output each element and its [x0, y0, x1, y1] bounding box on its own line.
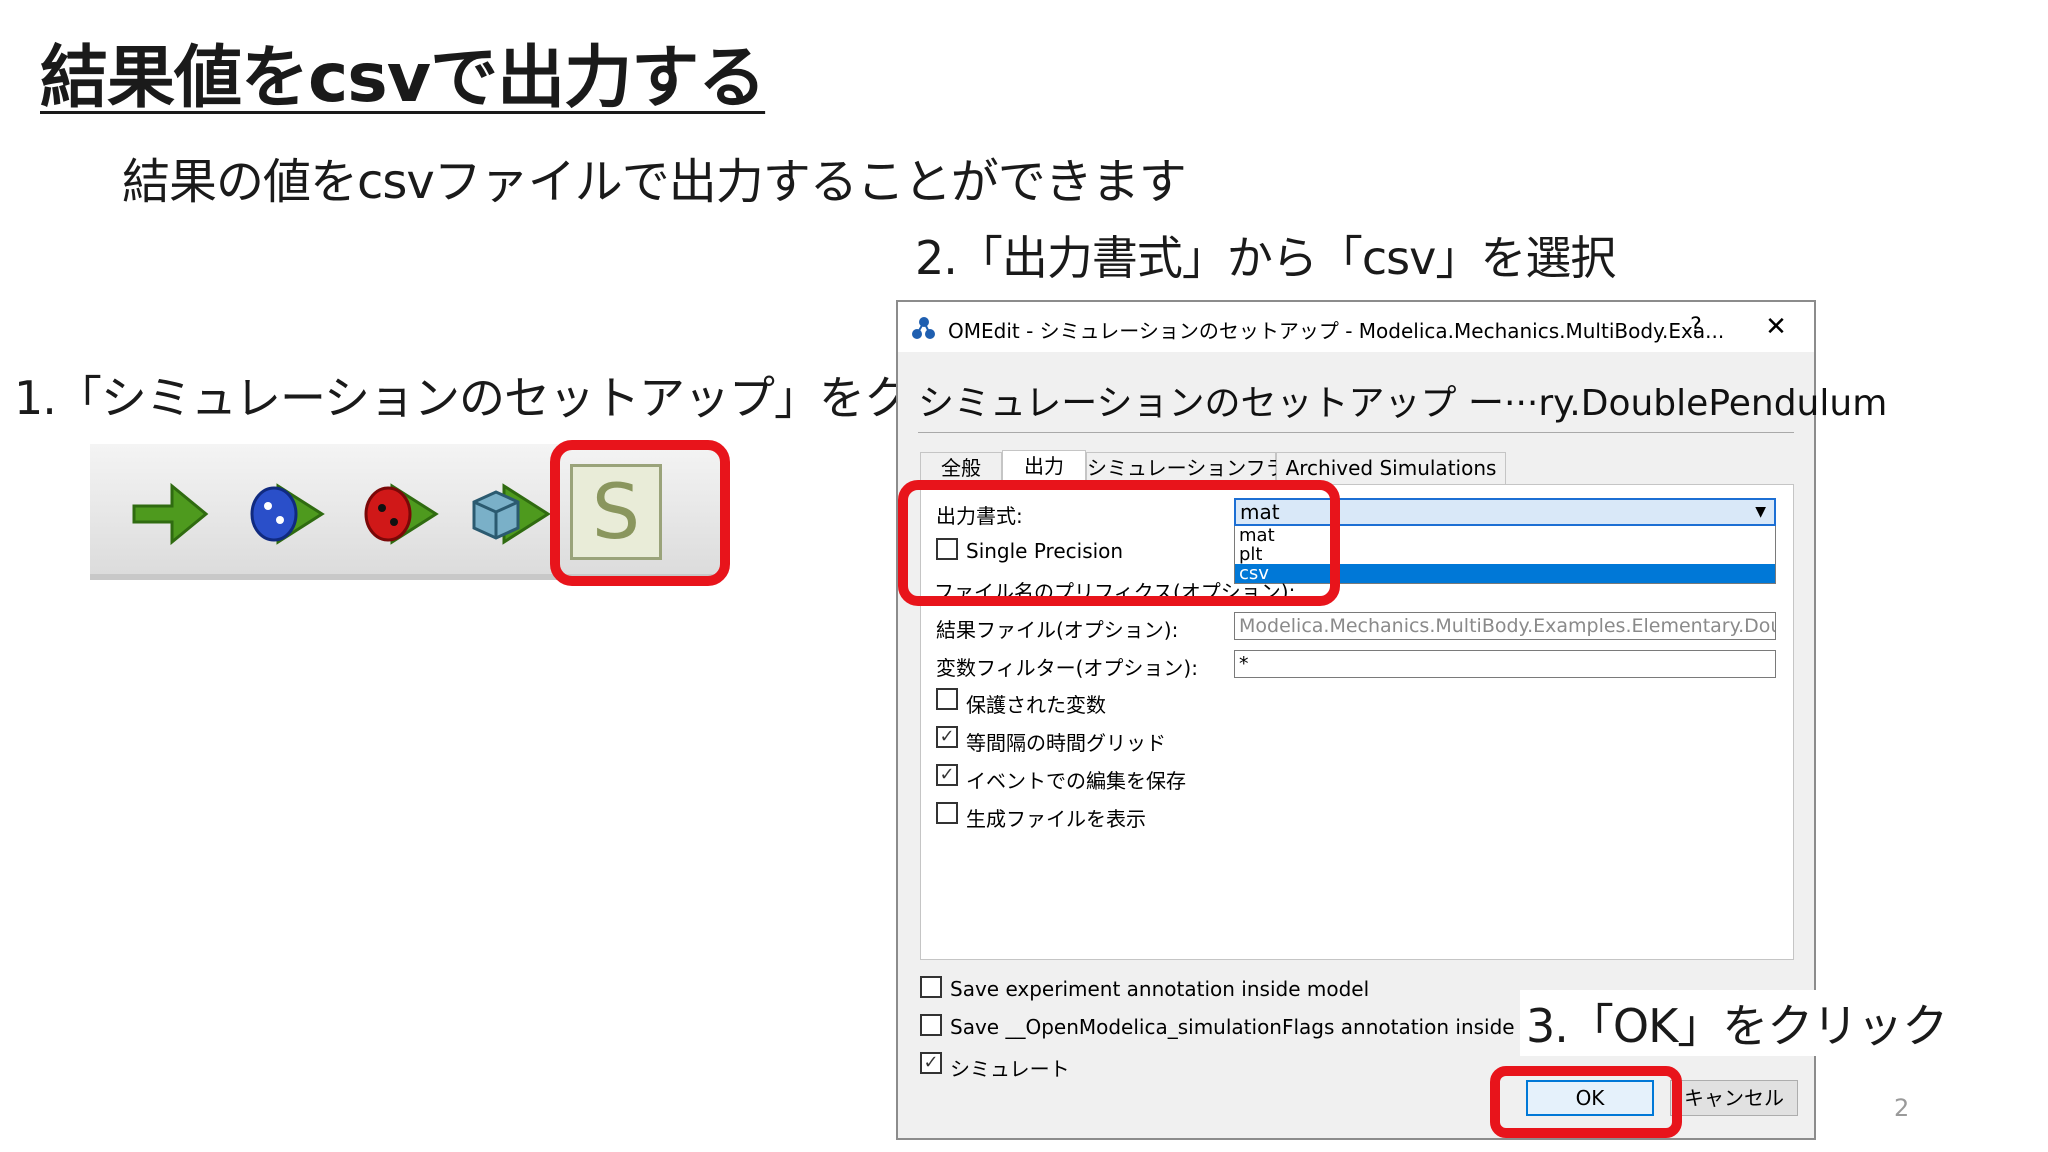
equidistant-grid-label: 等間隔の時間グリッド [966, 731, 1166, 755]
format-highlight-box [898, 480, 1340, 606]
dialog-heading: シミュレーションのセットアップ ー···ry.DoublePendulum [918, 383, 1888, 424]
slide-title: 結果値をcsvで出力する [40, 39, 766, 118]
blue-bug-arrow-icon[interactable] [238, 466, 334, 562]
step-2-label: 2.「出力書式」から「csv」を選択 [915, 231, 1616, 285]
result-file-label: 結果ファイル(オプション): [936, 618, 1179, 642]
simulate-label: シミュレート [950, 1057, 1070, 1081]
protected-vars-label: 保護された変数 [966, 693, 1106, 717]
save-experiment-checkbox[interactable] [920, 976, 942, 998]
equidistant-grid-checkbox[interactable]: ✓ [936, 726, 958, 748]
tab-output[interactable]: 出力 [1002, 450, 1086, 484]
cancel-button[interactable]: キャンセル [1670, 1080, 1798, 1116]
variable-filter-input[interactable]: * [1234, 650, 1776, 678]
show-generated-files-label: 生成ファイルを表示 [966, 807, 1146, 831]
slide-subtitle: 結果の値をcsvファイルで出力することができます [122, 154, 1187, 210]
dialog-window-title: OMEdit - シミュレーションのセットアップ - Modelica.Mech… [948, 319, 1725, 343]
show-generated-files-checkbox[interactable] [936, 802, 958, 824]
step-1-label: 1.「シミュレーションのセットアップ」をクリック [14, 371, 1045, 425]
omedit-app-icon [910, 314, 938, 342]
ok-highlight-box [1490, 1066, 1682, 1138]
result-file-input[interactable]: Modelica.Mechanics.MultiBody.Examples.El… [1234, 612, 1776, 640]
page-number: 2 [1894, 1094, 1910, 1122]
heading-divider [918, 432, 1794, 433]
close-button[interactable]: ✕ [1754, 310, 1798, 344]
save-simflags-label: Save __OpenModelica_simulationFlags anno… [950, 1015, 1584, 1039]
dialog-titlebar[interactable]: OMEdit - シミュレーションのセットアップ - Modelica.Mech… [898, 302, 1814, 352]
toolbar-highlight-box [550, 440, 730, 586]
step-3-label: 3.「OK」をクリック [1520, 990, 1954, 1056]
store-events-checkbox[interactable]: ✓ [936, 764, 958, 786]
variable-filter-label: 変数フィルター(オプション): [936, 656, 1198, 680]
chevron-down-icon: ▼ [1755, 504, 1766, 520]
green-arrow-icon[interactable] [120, 466, 216, 562]
save-simflags-checkbox[interactable] [920, 1014, 942, 1036]
protected-vars-checkbox[interactable] [936, 688, 958, 710]
red-bug-arrow-icon[interactable] [352, 466, 448, 562]
help-button[interactable]: ? [1678, 310, 1714, 344]
simulate-checkbox[interactable]: ✓ [920, 1052, 942, 1074]
save-experiment-label: Save experiment annotation inside model [950, 977, 1370, 1001]
cube-arrow-icon[interactable] [460, 466, 556, 562]
store-events-label: イベントでの編集を保存 [966, 769, 1186, 793]
